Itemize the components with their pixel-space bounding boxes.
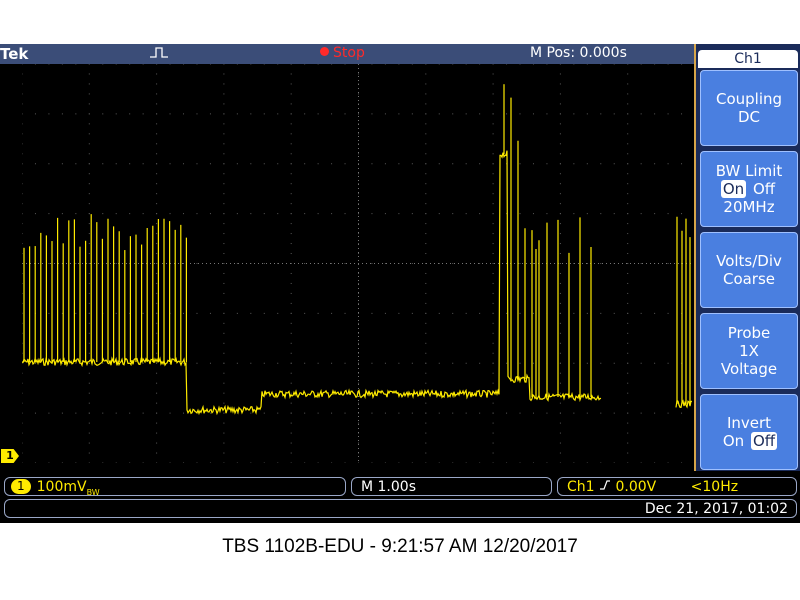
trigger-readout[interactable]: Ch1 0.00V <10Hz xyxy=(557,477,797,496)
volts-div-label: Volts/Div xyxy=(716,252,782,270)
datetime-readout: Dec 21, 2017, 01:02 xyxy=(4,499,797,518)
rising-edge-icon xyxy=(599,479,611,495)
bw-limit-value: 20MHz xyxy=(723,198,775,216)
probe-button[interactable]: Probe 1X Voltage xyxy=(700,313,798,389)
invert-off-option[interactable]: Off xyxy=(750,432,778,450)
run-state: Stop xyxy=(333,45,365,61)
probe-label: Probe xyxy=(727,324,771,342)
invert-button[interactable]: Invert On Off xyxy=(700,394,798,470)
coupling-button[interactable]: Coupling DC xyxy=(700,70,798,146)
ch1-scale-readout[interactable]: 1 100mVBW xyxy=(4,477,346,497)
invert-options: On Off xyxy=(701,432,797,450)
coupling-value: DC xyxy=(737,108,761,126)
oscilloscope-screen: Tek Stop M Pos: 0.000s 1 Ch1 Coupling DC… xyxy=(0,44,800,523)
invert-on-option[interactable]: On xyxy=(721,432,746,450)
timebase-value: M 1.00s xyxy=(361,479,416,495)
stop-indicator-icon xyxy=(320,47,329,56)
trigger-level: 0.00V xyxy=(615,479,657,495)
status-bar: Tek Stop M Pos: 0.000s xyxy=(0,44,695,64)
volts-div-value: Coarse xyxy=(722,270,776,288)
ch1-waveform-trace xyxy=(22,84,693,416)
invert-label: Invert xyxy=(726,414,772,432)
volts-div-button[interactable]: Volts/Div Coarse xyxy=(700,232,798,308)
coupling-label: Coupling xyxy=(715,90,783,108)
volts-per-div: 100mV xyxy=(36,479,87,495)
bw-limit-on-option[interactable]: On xyxy=(720,180,747,198)
horizontal-position: M Pos: 0.000s xyxy=(530,45,627,61)
brand-label: Tek xyxy=(0,45,29,63)
trigger-source: Ch1 xyxy=(567,479,595,495)
trigger-type-icon xyxy=(148,45,170,59)
datetime-value: Dec 21, 2017, 01:02 xyxy=(644,501,788,517)
screenshot-caption: TBS 1102B-EDU - 9:21:57 AM 12/20/2017 xyxy=(222,536,578,557)
bw-limit-off-option[interactable]: Off xyxy=(751,180,777,198)
bw-limit-label: BW Limit xyxy=(715,162,783,180)
side-menu-title: Ch1 xyxy=(698,50,798,68)
bw-limit-button[interactable]: BW Limit On Off 20MHz xyxy=(700,151,798,227)
probe-type: Voltage xyxy=(720,360,778,378)
ch1-ground-marker[interactable]: 1 xyxy=(1,449,19,463)
bw-limit-indicator: BW xyxy=(86,487,100,497)
probe-attenuation: 1X xyxy=(739,342,759,360)
trigger-frequency: <10Hz xyxy=(690,479,739,495)
waveform-display xyxy=(22,64,695,463)
ch1-side-menu: Ch1 Coupling DC BW Limit On Off 20MHz Vo… xyxy=(694,44,800,471)
channel-badge: 1 xyxy=(11,479,31,494)
timebase-readout[interactable]: M 1.00s xyxy=(351,477,552,496)
bw-limit-options: On Off xyxy=(701,180,797,198)
